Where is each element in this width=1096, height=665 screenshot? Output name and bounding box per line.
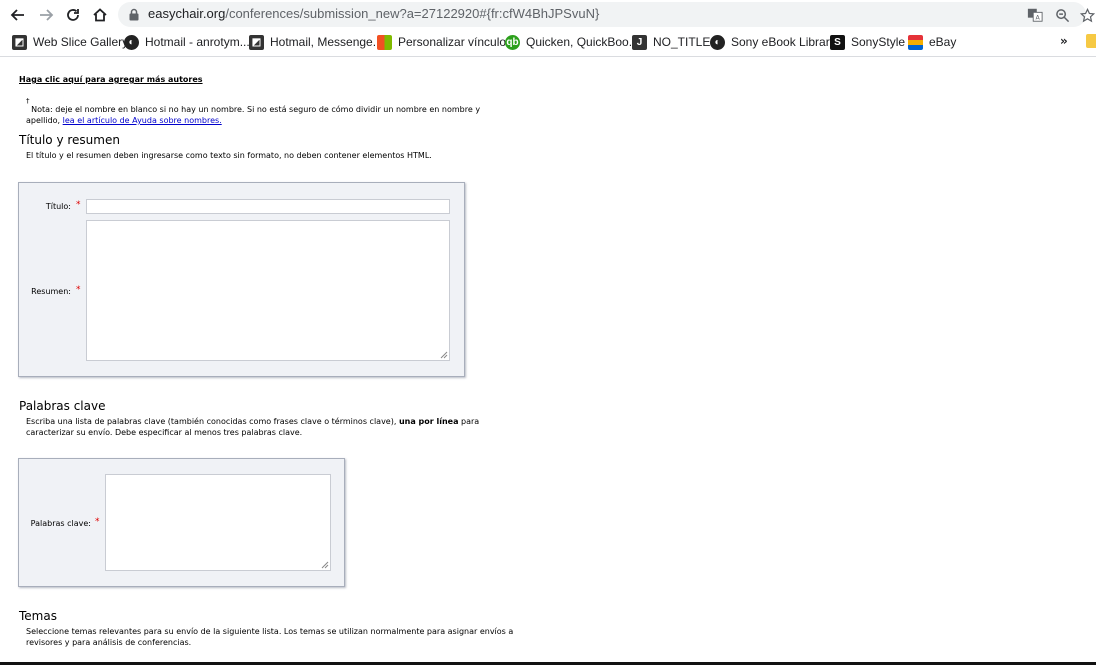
globe-icon: ◐ [124,34,139,50]
home-icon[interactable] [89,4,111,26]
svg-text:A: A [1036,14,1041,21]
s-icon: S [830,34,845,50]
title-input[interactable] [86,199,450,214]
title-label: Título: [45,202,71,211]
submission-form-page: Haga clic aquí para agregar más autores … [0,58,1096,663]
back-icon[interactable] [7,4,29,26]
gift-icon [908,34,923,50]
title-required-mark: * [76,200,81,210]
bookmark-ebay[interactable]: eBay [908,33,956,51]
topics-section-description: Seleccione temas relevantes para su enví… [26,627,514,647]
url-text: easychair.org/conferences/submission_new… [148,6,600,21]
abstract-label: Resumen: [31,287,71,296]
keywords-section-description: Escriba una lista de palabras clave (tam… [26,417,480,437]
browser-toolbar: easychair.org/conferences/submission_new… [0,0,1096,29]
resize-grip-icon[interactable] [321,561,329,569]
author-note: Nota: deje el nombre en blanco si no hay… [26,105,481,125]
bookmark-sony-ebook-library[interactable]: ◐ Sony eBook Library [710,33,836,51]
quickbooks-icon: qb [505,34,520,50]
bookmark-personalizar-vinculos[interactable]: Personalizar vínculos [377,33,512,51]
keywords-section-heading: Palabras clave [19,399,106,413]
keywords-required-mark: * [95,517,100,527]
lock-icon [129,8,139,21]
bookmark-sonystyle[interactable]: S SonyStyle [830,33,905,51]
abstract-textarea[interactable] [86,220,450,361]
browser-chrome: easychair.org/conferences/submission_new… [0,0,1096,57]
forward-icon[interactable] [35,4,57,26]
web-slice-icon: ◩ [249,34,264,50]
title-section-heading: Título y resumen [19,133,120,147]
title-abstract-form: Título: * Resumen: * [18,182,465,377]
keywords-label: Palabras clave: [30,519,91,528]
bookmarks-bar: ◩ Web Slice Gallery ◐ Hotmail - anrotym...… [0,30,1096,54]
name-help-link[interactable]: lea el artículo de Ayuda sobre nombres. [63,116,222,125]
bookmarks-overflow-button[interactable]: » [1060,34,1068,48]
reload-icon[interactable] [62,4,84,26]
bookmark-hotmail-messenger[interactable]: ◩ Hotmail, Messenge... [249,33,383,51]
add-more-authors-link[interactable]: Haga clic aquí para agregar más autores [19,74,203,85]
keywords-textarea[interactable] [105,474,331,571]
j-icon: J [632,34,647,50]
resize-grip-icon[interactable] [440,351,448,359]
web-slice-icon: ◩ [12,34,27,50]
bookmark-quicken[interactable]: qb Quicken, QuickBoo... [505,33,639,51]
microsoft-icon [377,34,392,50]
keywords-form: Palabras clave: * [18,458,345,587]
abstract-required-mark: * [76,285,81,295]
bookmark-hotmail-anrotym[interactable]: ◐ Hotmail - anrotym... [124,33,250,51]
bookmark-star-icon[interactable] [1078,6,1096,24]
title-section-description: El título y el resumen deben ingresarse … [26,151,432,160]
translate-icon[interactable]: A [1026,6,1044,24]
address-bar[interactable]: easychair.org/conferences/submission_new… [118,2,1095,27]
zoom-icon[interactable] [1053,6,1071,24]
bookmark-no-title[interactable]: J NO_TITLE [632,33,710,51]
globe-icon: ◐ [710,34,725,50]
folder-icon[interactable] [1086,34,1096,48]
topics-section-heading: Temas [19,609,57,623]
bookmark-web-slice-gallery[interactable]: ◩ Web Slice Gallery [12,33,128,51]
